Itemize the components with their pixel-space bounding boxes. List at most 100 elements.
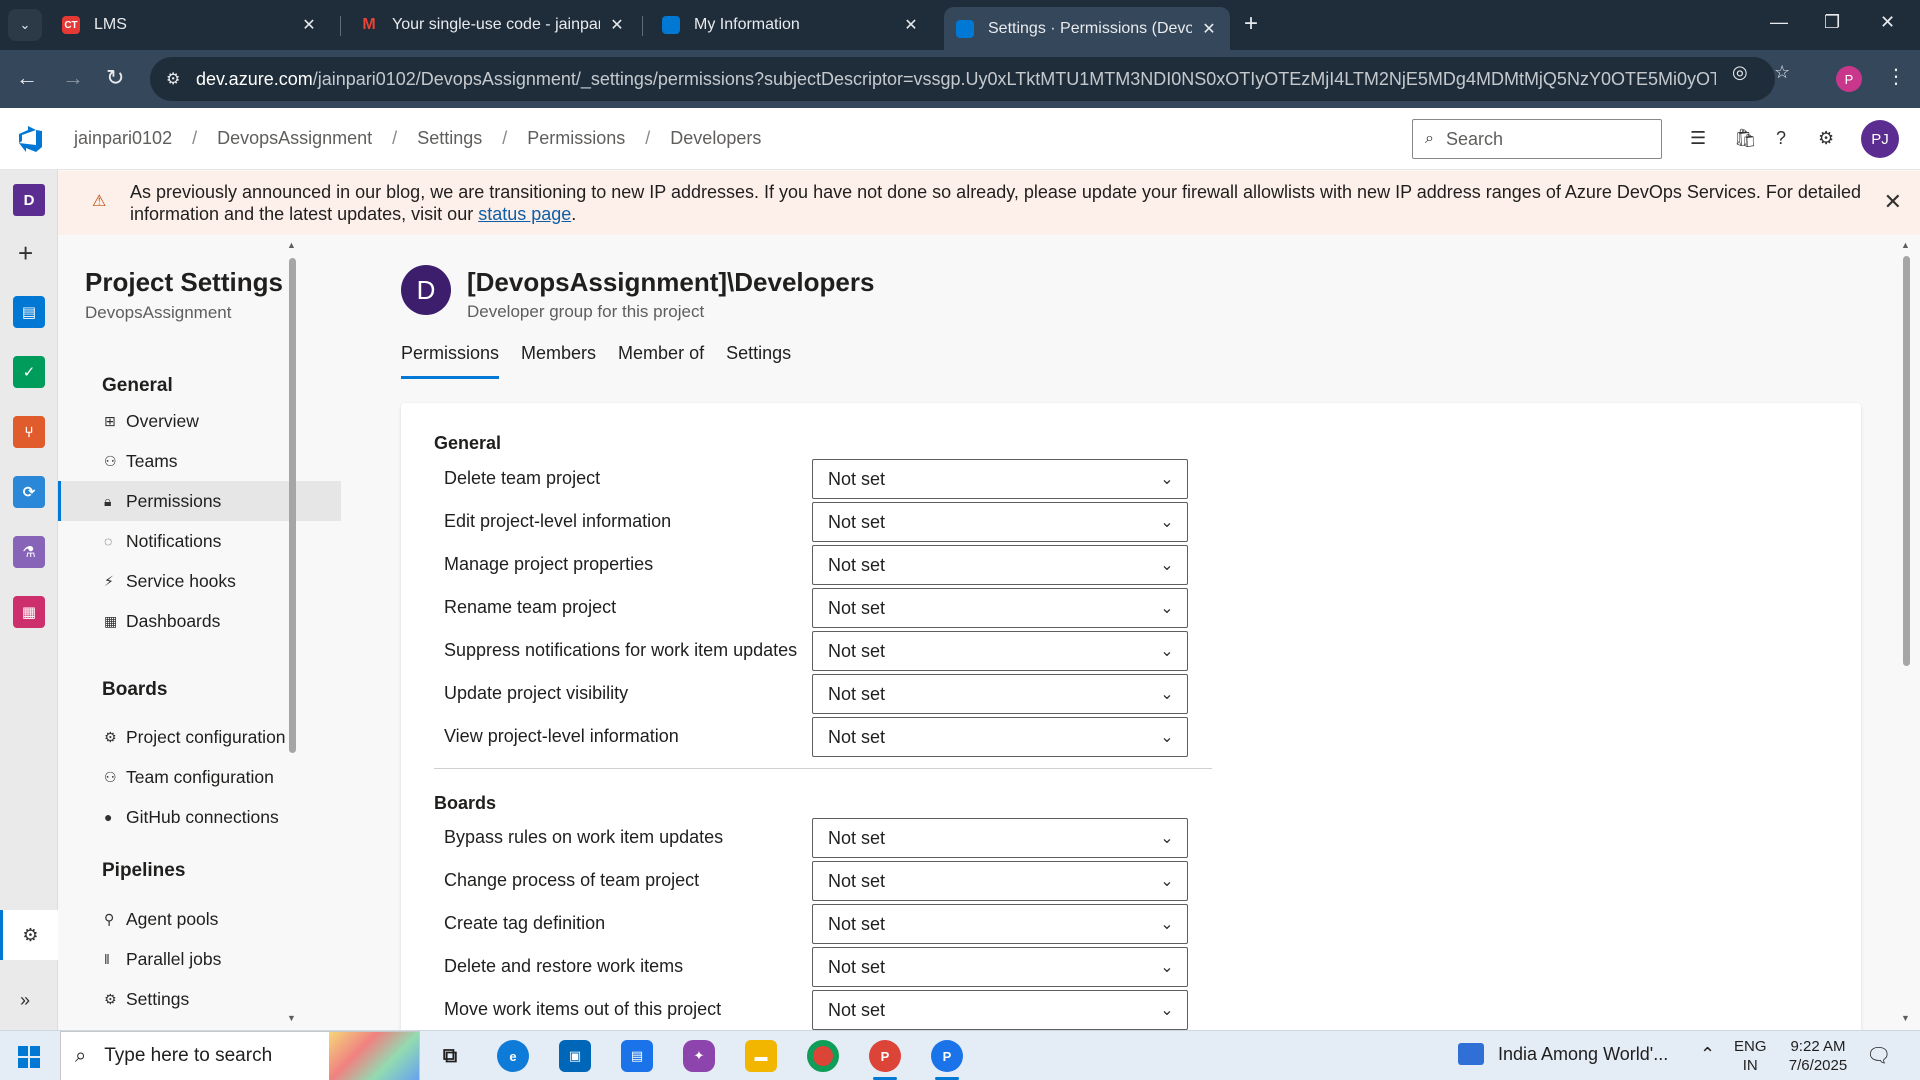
notification-center-icon[interactable]: 🗨 [1866,1043,1891,1068]
permission-dropdown[interactable]: Not set ⌄ [812,947,1188,987]
nav-item-project-configuration[interactable]: ⚙ Project configuration [58,717,341,757]
permission-dropdown[interactable]: Not set ⌄ [812,588,1188,628]
browser-profile-avatar[interactable]: P [1836,66,1862,92]
repos-icon[interactable]: ⑂ [13,416,45,448]
tab-members[interactable]: Members [521,343,596,379]
tracking-protection-icon[interactable]: ◎ [1732,62,1748,83]
chrome-profile-icon[interactable]: P [869,1040,901,1080]
help-icon[interactable]: ? [1776,128,1786,149]
close-tab-icon[interactable]: ✕ [300,15,318,35]
scrollbar-thumb[interactable] [289,258,296,753]
windows-start-icon[interactable] [18,1046,40,1068]
scrollbar-thumb[interactable] [1903,256,1910,666]
permission-dropdown[interactable]: Not set ⌄ [812,545,1188,585]
nav-item-agent-pools[interactable]: ⚲ Agent pools [58,899,341,939]
nav-item-service-hooks[interactable]: ⚡︎ Service hooks [58,561,341,601]
url-text[interactable]: dev.azure.com/jainpari0102/DevopsAssignm… [196,69,1716,90]
new-tab-button[interactable]: + [1244,12,1258,36]
permission-dropdown[interactable]: Not set ⌄ [812,459,1188,499]
file-explorer-folder-icon[interactable]: ▬ [745,1040,777,1072]
user-settings-icon[interactable]: ⚙ [1818,128,1834,149]
nav-item-overview[interactable]: ⊞ Overview [58,401,341,441]
close-tab-icon[interactable]: ✕ [902,15,920,35]
permission-dropdown[interactable]: Not set ⌄ [812,818,1188,858]
search-input[interactable] [1445,128,1646,150]
tab-settings[interactable]: Settings [726,343,791,379]
test-plans-flask-icon[interactable]: ⚗ [13,536,45,568]
forward-arrow-icon[interactable]: → [62,66,84,90]
browser-menu-icon[interactable]: ⋮ [1886,64,1906,89]
work-items-list-icon[interactable]: ☰ [1690,128,1706,149]
chrome-profile-icon[interactable]: P [931,1040,963,1080]
breadcrumb-project[interactable]: DevopsAssignment [217,128,372,149]
new-project-plus-icon[interactable]: + [18,240,33,266]
nav-item-pipeline-settings[interactable]: ⚙ Settings [58,979,341,1019]
close-tab-icon[interactable]: ✕ [608,15,626,35]
search-box[interactable]: ⌕ [1412,119,1662,159]
permission-dropdown[interactable]: Not set ⌄ [812,502,1188,542]
browser-tab-my-information[interactable]: My Information ✕ [650,7,932,43]
scroll-down-arrow-icon[interactable]: ▼ [287,1013,296,1023]
artifacts-icon[interactable]: ▦ [13,596,45,628]
permission-dropdown[interactable]: Not set ⌄ [812,861,1188,901]
browser-tab-lms[interactable]: CT LMS ✕ [50,7,330,43]
nav-item-dashboards[interactable]: ▦ Dashboards [58,601,341,641]
nav-item-permissions[interactable]: 🔒︎ Permissions [58,481,341,521]
tab-permissions[interactable]: Permissions [401,343,500,379]
tab-member-of[interactable]: Member of [618,343,704,379]
breadcrumb-org[interactable]: jainpari0102 [74,128,172,149]
azure-devops-logo-icon[interactable] [16,126,44,152]
close-tab-icon[interactable]: ✕ [1200,19,1218,39]
boards-icon[interactable]: ✓ [13,356,45,388]
overview-icon[interactable]: ▤ [13,296,45,328]
breadcrumb-developers[interactable]: Developers [670,128,761,149]
pipelines-icon[interactable]: ⟳ [13,476,45,508]
nav-item-notifications[interactable]: ◌ Notifications [58,521,341,561]
scroll-down-arrow-icon[interactable]: ▼ [1901,1013,1910,1023]
browser-tab-gmail[interactable]: M Your single-use code - jainpari0 ✕ [348,7,638,43]
permission-dropdown[interactable]: Not set ⌄ [812,674,1188,714]
breadcrumb-settings[interactable]: Settings [417,128,482,149]
back-arrow-icon[interactable]: ← [16,66,38,90]
chrome-icon[interactable] [807,1040,839,1072]
bookmark-star-icon[interactable]: ☆ [1774,62,1790,83]
permission-dropdown[interactable]: Not set ⌄ [812,631,1188,671]
settings-nav-scrollbar[interactable]: ▲ ▼ [286,240,298,1030]
breadcrumb-permissions[interactable]: Permissions [527,128,625,149]
site-info-icon[interactable]: ⚙ [166,69,186,89]
input-language-indicator[interactable]: ENG IN [1734,1037,1767,1075]
marketplace-bag-icon[interactable]: 🛍 [1734,128,1757,149]
close-banner-icon[interactable]: ✕ [1884,189,1902,215]
url-omnibox[interactable]: ⚙ dev.azure.com/jainpari0102/DevopsAssig… [150,57,1775,101]
edge-browser-icon[interactable]: e [497,1040,529,1072]
main-content-scrollbar[interactable]: ▲ ▼ [1898,240,1914,1030]
permission-dropdown[interactable]: Not set ⌄ [812,990,1188,1030]
project-settings-gear-icon[interactable]: ⚙ [0,910,58,960]
nav-item-team-configuration[interactable]: ⚇ Team configuration [58,757,341,797]
expand-rail-chevrons-icon[interactable]: » [20,990,30,1011]
org-avatar[interactable]: D [13,184,45,216]
user-avatar[interactable]: PJ [1861,120,1899,158]
show-hidden-icons-chevron-icon[interactable]: ⌃ [1700,1044,1715,1065]
news-widget[interactable]: India Among World'... [1458,1043,1668,1065]
status-page-link[interactable]: status page [478,204,571,224]
permission-dropdown[interactable]: Not set ⌄ [812,904,1188,944]
microsoft-store-icon[interactable]: ▣ [559,1040,591,1072]
taskbar-clock[interactable]: 9:22 AM 7/6/2025 [1778,1037,1858,1075]
scroll-up-arrow-icon[interactable]: ▲ [287,240,296,250]
tab-search-button[interactable]: ⌄ [8,9,42,41]
permission-dropdown[interactable]: Not set ⌄ [812,717,1188,757]
reload-icon[interactable]: ↻ [106,66,124,90]
restore-window-icon[interactable]: ❐ [1824,12,1840,33]
minimize-window-icon[interactable]: — [1770,12,1788,33]
nav-item-github-connections[interactable]: ● GitHub connections [58,797,341,837]
copilot-icon[interactable]: ✦ [683,1040,715,1072]
nav-item-parallel-jobs[interactable]: ‖ Parallel jobs [58,939,341,979]
close-window-icon[interactable]: ✕ [1880,12,1895,33]
task-view-icon[interactable]: ⧉ [434,1040,466,1072]
news-app-icon[interactable]: ▤ [621,1040,653,1072]
scroll-up-arrow-icon[interactable]: ▲ [1901,240,1910,250]
taskbar-search-box[interactable]: ⌕ Type here to search [60,1031,420,1080]
nav-item-teams[interactable]: ⚇ Teams [58,441,341,481]
browser-tab-settings-permissions[interactable]: Settings · Permissions (DevopsA ✕ [944,7,1230,50]
